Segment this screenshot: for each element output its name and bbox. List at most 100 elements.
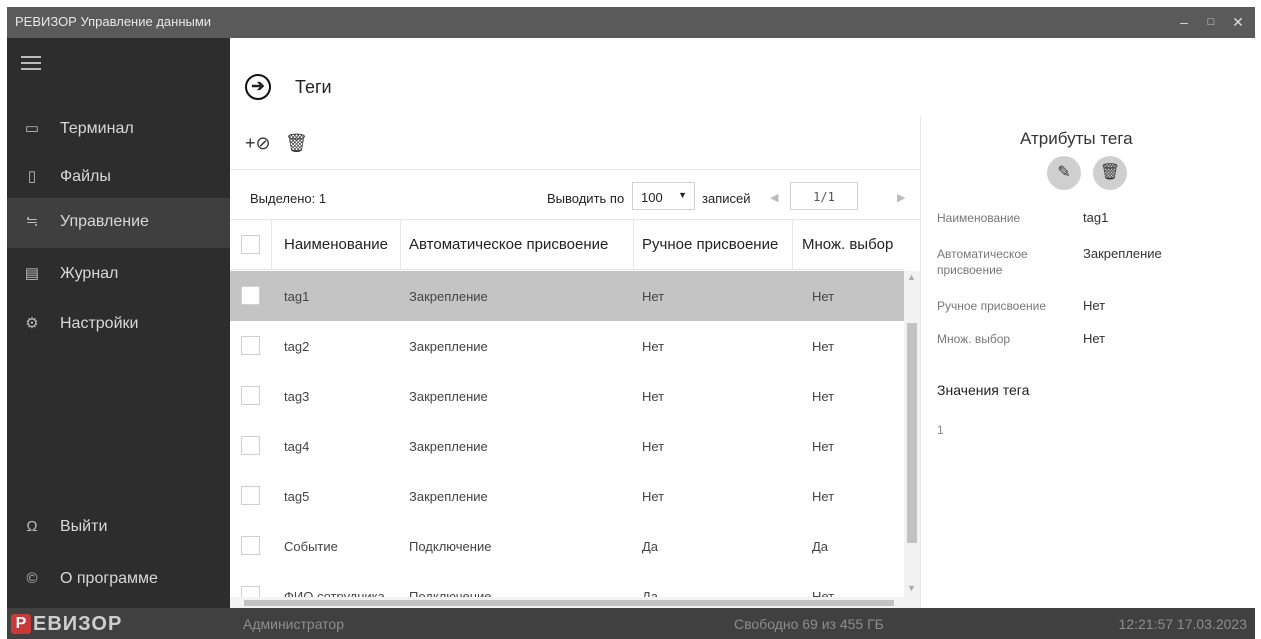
horizontal-scrollbar[interactable] — [230, 597, 904, 608]
cell-name: Событие — [284, 539, 338, 554]
table-row[interactable]: tag3 Закрепление Нет Нет — [230, 371, 905, 421]
logo-mark: Р — [11, 614, 31, 634]
page-size-value: 100 — [641, 190, 663, 205]
sidebar-item-settings[interactable]: ⚙ Настройки — [7, 300, 230, 350]
cell-auto: Закрепление — [409, 489, 488, 504]
row-checkbox[interactable] — [241, 336, 260, 355]
main-content: ➔ Теги +⊘ 🗑 Выделено: 1 Выводить по 100 … — [230, 38, 1255, 608]
selected-count: Выделено: 1 — [250, 191, 327, 206]
cell-auto: Закрепление — [409, 339, 488, 354]
scroll-thumb[interactable] — [907, 323, 917, 543]
minimize-icon[interactable]: – — [1173, 11, 1195, 33]
page-size-select[interactable]: 100 ▼ — [632, 182, 695, 210]
page-size-label: Выводить по — [547, 191, 625, 206]
attr-value: Нет — [1083, 331, 1106, 346]
column-header[interactable]: Автоматическое присвоение — [409, 236, 608, 253]
page-indicator[interactable]: 1/1 — [790, 182, 858, 210]
next-page-icon[interactable]: ▶ — [897, 191, 905, 204]
clock: 12:21:57 17.03.2023 — [1118, 616, 1247, 632]
table-row[interactable]: tag5 Закрепление Нет Нет — [230, 471, 905, 521]
vertical-scrollbar[interactable]: ▲ ▼ — [904, 271, 920, 608]
cell-name: tag2 — [284, 339, 310, 354]
cell-name: tag4 — [284, 439, 310, 454]
select-all-checkbox[interactable] — [241, 235, 260, 254]
table-row[interactable]: tag4 Закрепление Нет Нет — [230, 421, 905, 471]
sidebar-item-label: Выйти — [60, 518, 108, 535]
cell-multi: Да — [812, 539, 829, 554]
table-header: Наименование Автоматическое присвоение Р… — [230, 220, 905, 270]
scroll-thumb[interactable] — [244, 600, 894, 606]
sidebar-item-files[interactable]: ▯ Файлы — [7, 153, 230, 203]
sliders-icon: ≒ — [25, 213, 39, 230]
attr-label: Автоматическое присвоение — [937, 247, 1028, 277]
prev-page-icon[interactable]: ◀ — [770, 191, 778, 204]
scroll-up-icon[interactable]: ▲ — [907, 272, 916, 282]
trash-icon[interactable]: 🗑 — [285, 133, 308, 154]
cell-manual: Нет — [642, 439, 665, 454]
tag-value-item: 1 — [937, 423, 944, 437]
add-tag-icon[interactable]: +⊘ — [245, 133, 271, 154]
cell-multi: Нет — [812, 289, 835, 304]
table-row[interactable]: Событие Подключение Да Да — [230, 521, 905, 571]
terminal-icon: ▭ — [24, 120, 40, 137]
row-checkbox[interactable] — [241, 436, 260, 455]
cell-manual: Да — [642, 539, 659, 554]
files-icon: ▯ — [27, 168, 37, 185]
cell-name: tag5 — [284, 489, 310, 504]
sidebar-item-management[interactable]: ≒ Управление — [7, 198, 230, 248]
status-bar: Р ЕВИЗОР Администратор Свободно 69 из 45… — [7, 608, 1255, 639]
sidebar: ▭ Терминал ▯ Файлы ≒ Управление ▤ Журнал… — [7, 38, 230, 608]
cell-auto: Закрепление — [409, 439, 488, 454]
sidebar-item-label: Файлы — [60, 168, 111, 185]
sidebar-item-terminal[interactable]: ▭ Терминал — [7, 105, 230, 155]
edit-pencil-icon[interactable]: ✎ — [1047, 156, 1081, 190]
sidebar-item-label: Журнал — [60, 265, 119, 282]
chevron-down-icon: ▼ — [678, 190, 687, 200]
row-checkbox[interactable] — [241, 486, 260, 505]
attr-label: Ручное присвоение — [937, 299, 1047, 313]
sidebar-item-journal[interactable]: ▤ Журнал — [7, 250, 230, 300]
hamburger-menu-icon[interactable] — [21, 56, 41, 70]
arrow-right-icon[interactable]: ➔ — [245, 74, 271, 100]
cell-multi: Нет — [812, 489, 835, 504]
row-checkbox[interactable] — [241, 286, 260, 305]
window-title: РЕВИЗОР Управление данными — [15, 14, 212, 29]
attr-value: tag1 — [1083, 210, 1109, 225]
current-user: Администратор — [243, 616, 345, 632]
sidebar-item-label: Управление — [60, 213, 149, 230]
title-bar: РЕВИЗОР Управление данными – □ ✕ — [7, 7, 1255, 38]
tags-table: Наименование Автоматическое присвоение Р… — [230, 219, 920, 609]
attr-label: Наименование — [937, 211, 1021, 225]
sidebar-item-logout[interactable]: Ω Выйти — [7, 503, 230, 553]
cell-auto: Закрепление — [409, 389, 488, 404]
trash-icon[interactable]: 🗑 — [1093, 156, 1127, 190]
cell-multi: Нет — [812, 339, 835, 354]
scroll-down-icon[interactable]: ▼ — [907, 583, 916, 593]
grid-toolbar: Выделено: 1 Выводить по 100 ▼ записей ◀ … — [230, 169, 920, 219]
journal-icon: ▤ — [24, 265, 40, 282]
cell-manual: Нет — [642, 339, 665, 354]
attributes-title: Атрибуты тега — [1020, 129, 1133, 148]
panel-divider — [920, 116, 921, 608]
user-icon: Ω — [26, 518, 38, 535]
row-checkbox[interactable] — [241, 536, 260, 555]
cell-manual: Нет — [642, 289, 665, 304]
sidebar-item-label: Терминал — [60, 120, 134, 137]
page-title: Теги — [295, 77, 332, 97]
close-icon[interactable]: ✕ — [1227, 11, 1249, 33]
column-header[interactable]: Наименование — [284, 236, 388, 253]
cell-auto: Закрепление — [409, 289, 488, 304]
column-header[interactable]: Множ. выбор — [802, 236, 893, 253]
row-checkbox[interactable] — [241, 386, 260, 405]
records-label: записей — [702, 191, 751, 206]
column-header[interactable]: Ручное присвоение — [642, 236, 778, 253]
attr-label: Множ. выбор — [937, 332, 1011, 346]
sidebar-item-about[interactable]: © О программе — [7, 555, 230, 605]
cell-multi: Нет — [812, 389, 835, 404]
sidebar-item-label: Настройки — [60, 315, 139, 332]
maximize-icon[interactable]: □ — [1200, 11, 1222, 33]
table-row[interactable]: tag1 Закрепление Нет Нет — [230, 271, 905, 321]
attr-value: Закрепление — [1083, 246, 1162, 261]
cell-multi: Нет — [812, 439, 835, 454]
table-row[interactable]: tag2 Закрепление Нет Нет — [230, 321, 905, 371]
